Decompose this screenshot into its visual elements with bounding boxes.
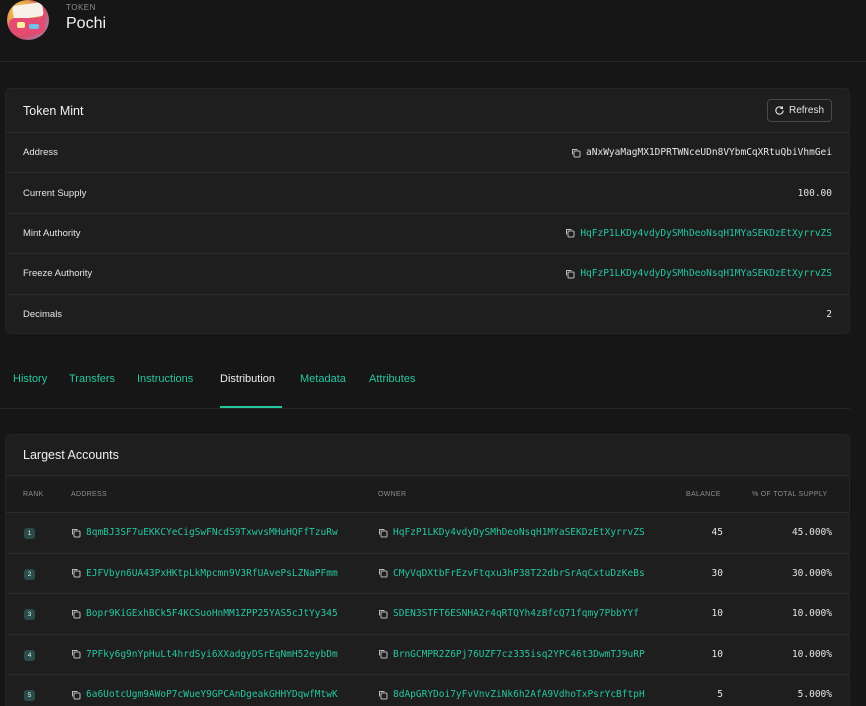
table-header-row: RANK ADDRESS OWNER BALANCE % OF TOTAL SU… xyxy=(6,476,849,513)
copy-icon[interactable] xyxy=(565,228,575,238)
mint-row-mint-authority: Mint Authority HqFzP1LKDy4vdyDySMhDeoNsq… xyxy=(6,214,849,255)
column-header-rank: RANK xyxy=(23,490,44,498)
tab-metadata[interactable]: Metadata xyxy=(300,373,346,393)
refresh-icon xyxy=(775,106,784,115)
balance-value: 30 xyxy=(711,567,723,579)
balance-value: 10 xyxy=(711,648,723,660)
rank-badge: 1 xyxy=(24,528,35,539)
token-mint-card: Token Mint Refresh Address aNxWyaMagMX1D… xyxy=(5,88,850,334)
row-label: Freeze Authority xyxy=(23,268,93,280)
token-avatar xyxy=(7,0,49,40)
percent-value: 45.000% xyxy=(791,527,832,538)
row-label: Current Supply xyxy=(23,187,87,199)
copy-icon[interactable] xyxy=(565,269,575,279)
account-address-link[interactable]: EJFVbyn6UA43PxHKtpLkMpcmn9V3RfUAvePsLZNa… xyxy=(71,568,338,579)
copy-icon[interactable] xyxy=(378,609,388,619)
tab-distribution[interactable]: Distribution xyxy=(220,373,275,393)
table-row: 4 7PFky6g9nYpHuLt4hrdSyi6XXadgyDSrEqNmH5… xyxy=(6,635,849,676)
refresh-label: Refresh xyxy=(788,105,824,116)
current-supply-value: 100.00 xyxy=(797,187,832,199)
balance-value: 45 xyxy=(711,527,723,538)
refresh-button[interactable]: Refresh xyxy=(766,99,832,122)
account-owner-link[interactable]: SDEN3STFT6ESNHA2r4qRTQYh4zBfcQ71fqmy7Pbb… xyxy=(378,608,639,619)
tab-instructions[interactable]: Instructions xyxy=(137,373,193,393)
row-label: Mint Authority xyxy=(23,227,81,239)
tabs-divider xyxy=(0,408,850,409)
rank-badge: 4 xyxy=(24,649,35,661)
tab-bar: History Transfers Instructions Distribut… xyxy=(0,363,866,409)
percent-value: 5.000% xyxy=(797,689,832,701)
copy-icon[interactable] xyxy=(378,568,388,578)
account-address-link[interactable]: Bopr9KiGExhBCk5F4KCSuoHnMM1ZPP25YAS5cJtY… xyxy=(71,608,338,619)
account-owner-link[interactable]: BrnGCMPR2Z6Pj76UZF7cz335isq2YPC46t3DwmTJ… xyxy=(378,649,645,660)
copy-icon[interactable] xyxy=(378,649,388,659)
account-address-link[interactable]: 7PFky6g9nYpHuLt4hrdSyi6XXadgyDSrEqNmH52e… xyxy=(71,649,338,660)
row-label: Decimals xyxy=(23,309,63,321)
rank-badge: 5 xyxy=(24,690,35,702)
page-header: TOKEN Pochi xyxy=(0,0,866,62)
tab-history[interactable]: History xyxy=(13,373,47,393)
tab-attributes[interactable]: Attributes xyxy=(369,373,415,393)
percent-value: 10.000% xyxy=(791,608,832,620)
mint-row-freeze-authority: Freeze Authority HqFzP1LKDy4vdyDySMhDeoN… xyxy=(6,254,849,295)
table-body: 1 8qmBJ3SF7uEKKCYeCigSwFNcdS9TxwvsMHuHQF… xyxy=(6,513,849,706)
decimals-value: 2 xyxy=(826,309,832,321)
account-owner-link[interactable]: CMyVqDXtbFrEzvFtqxu3hP38T22dbrSrAqCxtuDz… xyxy=(378,568,645,579)
copy-icon[interactable] xyxy=(378,690,388,700)
tab-transfers[interactable]: Transfers xyxy=(69,373,115,393)
column-header-balance: BALANCE xyxy=(686,490,721,498)
account-owner-link[interactable]: 8dApGRYDoi7yFvVnvZiNk6h2AfA9VdhoTxPsrYcB… xyxy=(378,689,645,700)
largest-accounts-card: Largest Accounts RANK ADDRESS OWNER BALA… xyxy=(5,434,850,706)
token-mint-header: Token Mint Refresh xyxy=(6,89,849,133)
copy-icon[interactable] xyxy=(71,528,81,538)
address-value[interactable]: aNxWyaMagMX1DPRTWNceUDn8VYbmCqXRtuQbiVhm… xyxy=(571,147,832,158)
table-row: 2 EJFVbyn6UA43PxHKtpLkMpcmn9V3RfUAvePsLZ… xyxy=(6,554,849,595)
page-title: Pochi xyxy=(66,15,107,32)
copy-icon[interactable] xyxy=(378,528,388,538)
account-owner-link[interactable]: HqFzP1LKDy4vdyDySMhDeoNsqH1MYaSEKDzEtXyr… xyxy=(378,527,645,538)
card-title: Token Mint xyxy=(23,103,84,118)
copy-icon[interactable] xyxy=(71,609,81,619)
copy-icon[interactable] xyxy=(571,148,581,158)
copy-icon[interactable] xyxy=(71,649,81,659)
account-address-link[interactable]: 8qmBJ3SF7uEKKCYeCigSwFNcdS9TxwvsMHuHQFfT… xyxy=(71,527,338,538)
largest-accounts-header: Largest Accounts xyxy=(6,435,849,476)
row-label: Address xyxy=(23,147,58,159)
table-row: 5 6a6UotcUgm9AWoP7cWueY9GPCAnDgeakGHHYDq… xyxy=(6,675,849,706)
column-header-address: ADDRESS xyxy=(71,490,107,498)
percent-value: 10.000% xyxy=(791,648,832,660)
copy-icon[interactable] xyxy=(71,690,81,700)
mint-row-decimals: Decimals 2 xyxy=(6,295,849,335)
copy-icon[interactable] xyxy=(71,568,81,578)
rank-badge: 3 xyxy=(24,609,35,621)
table-row: 3 Bopr9KiGExhBCk5F4KCSuoHnMM1ZPP25YAS5cJ… xyxy=(6,594,849,635)
freeze-authority-link[interactable]: HqFzP1LKDy4vdyDySMhDeoNsqH1MYaSEKDzEtXyr… xyxy=(565,268,832,279)
column-header-percent: % OF TOTAL SUPPLY xyxy=(752,490,828,498)
mint-row-current-supply: Current Supply 100.00 xyxy=(6,173,849,214)
percent-value: 30.000% xyxy=(791,567,832,579)
header-kicker: TOKEN xyxy=(66,3,96,12)
rank-badge: 2 xyxy=(24,568,35,580)
column-header-owner: OWNER xyxy=(378,490,407,498)
balance-value: 10 xyxy=(711,608,723,620)
account-address-link[interactable]: 6a6UotcUgm9AWoP7cWueY9GPCAnDgeakGHHYDqwf… xyxy=(71,689,338,700)
card-title: Largest Accounts xyxy=(23,448,119,462)
balance-value: 5 xyxy=(717,689,723,701)
table-row: 1 8qmBJ3SF7uEKKCYeCigSwFNcdS9TxwvsMHuHQF… xyxy=(6,513,849,554)
mint-row-address: Address aNxWyaMagMX1DPRTWNceUDn8VYbmCqXR… xyxy=(6,133,849,174)
mint-authority-link[interactable]: HqFzP1LKDy4vdyDySMhDeoNsqH1MYaSEKDzEtXyr… xyxy=(565,228,832,239)
